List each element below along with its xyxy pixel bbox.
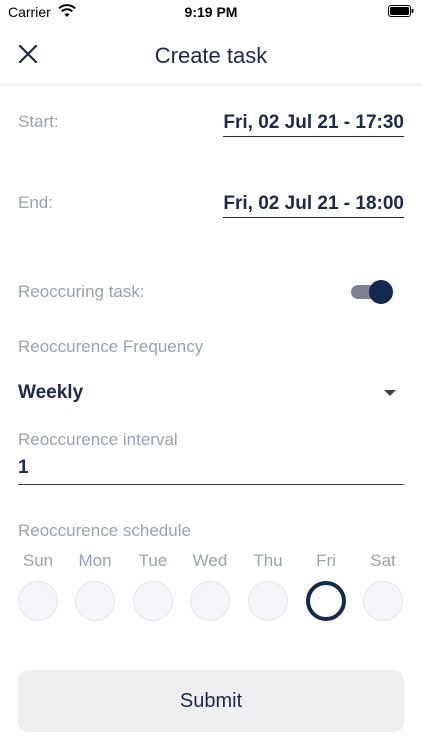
- day-label-wed: Wed: [192, 551, 228, 570]
- toggle-knob: [369, 280, 393, 304]
- day-label-sat: Sat: [370, 551, 396, 570]
- day-toggle-sun[interactable]: [18, 581, 58, 621]
- status-bar: Carrier 9:19 PM: [0, 0, 422, 26]
- day-label-thu: Thu: [253, 551, 283, 570]
- day-toggle-sat[interactable]: [363, 581, 403, 621]
- reoccurring-label: Reoccuring task:: [18, 282, 145, 301]
- status-time: 9:19 PM: [184, 4, 238, 20]
- reoccurring-toggle[interactable]: [351, 280, 393, 304]
- day-toggle-mon[interactable]: [75, 581, 115, 621]
- day-toggle-fri[interactable]: [306, 581, 346, 621]
- interval-input[interactable]: [18, 452, 404, 485]
- schedule-label: Reoccurence schedule: [18, 521, 191, 540]
- page-title: Create task: [154, 43, 268, 68]
- day-label-tue: Tue: [138, 551, 168, 570]
- day-selector: Sun Mon Tue Wed Thu Fri Sat: [0, 551, 422, 631]
- start-date-field[interactable]: Fri, 02 Jul 21 - 17:30: [223, 112, 404, 137]
- day-label-sun: Sun: [22, 551, 54, 570]
- battery-icon: [388, 5, 414, 17]
- start-label: Start:: [18, 112, 59, 131]
- day-toggle-thu[interactable]: [248, 581, 288, 621]
- interval-label: Reoccurence interval: [18, 430, 178, 449]
- nav-header: Create task: [0, 26, 422, 85]
- frequency-select[interactable]: Weekly: [18, 380, 404, 408]
- day-label-fri: Fri: [316, 551, 336, 570]
- end-date-field[interactable]: Fri, 02 Jul 21 - 18:00: [223, 193, 404, 218]
- frequency-value: Weekly: [18, 382, 84, 403]
- day-label-mon: Mon: [78, 551, 112, 570]
- frequency-label: Reoccurence Frequency: [18, 337, 204, 356]
- day-toggle-wed[interactable]: [190, 581, 230, 621]
- day-toggle-tue[interactable]: [133, 581, 173, 621]
- end-label: End:: [18, 193, 53, 212]
- chevron-down-icon: [384, 390, 396, 396]
- submit-button[interactable]: Submit: [18, 670, 404, 732]
